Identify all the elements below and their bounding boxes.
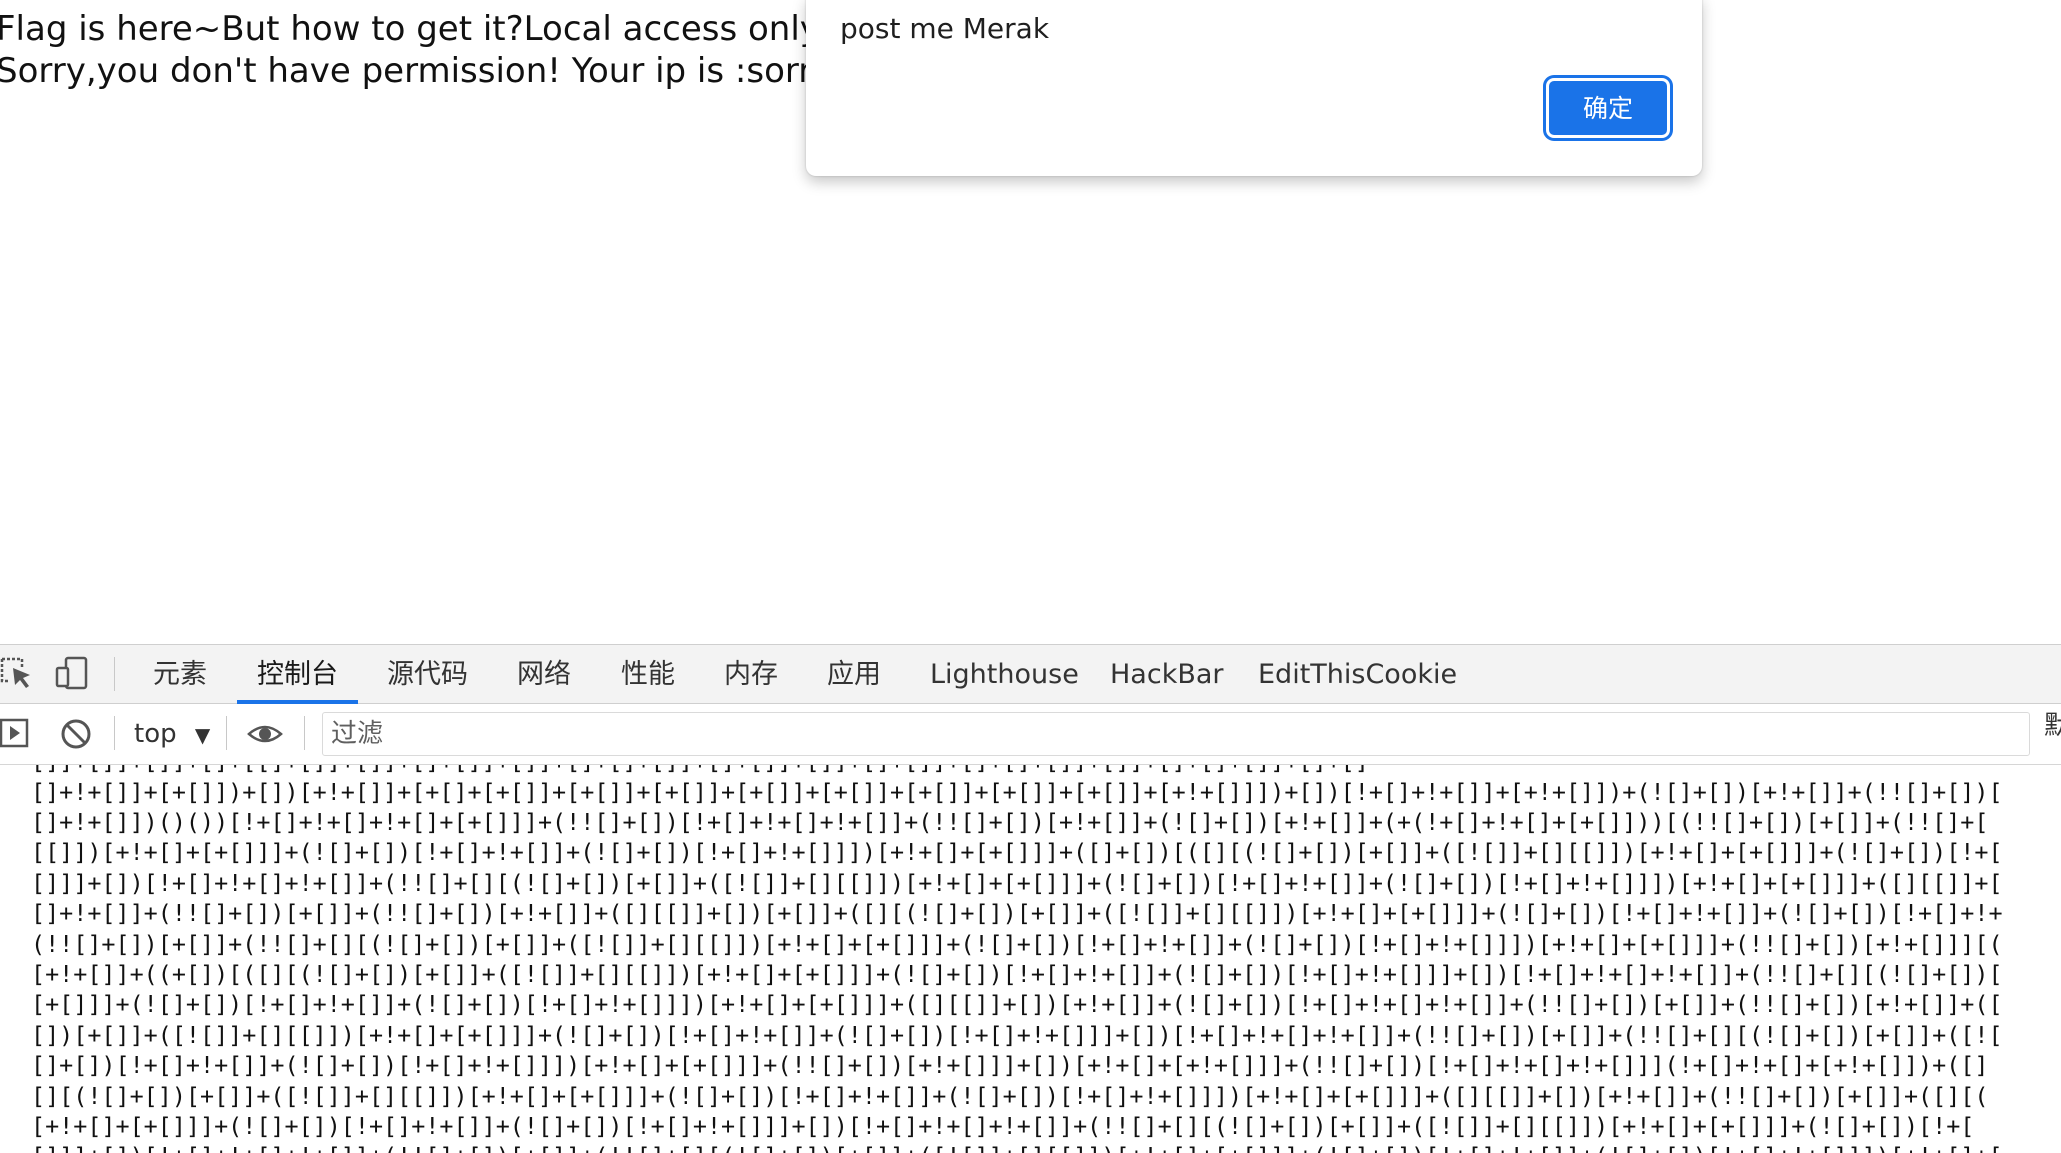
- toolbar-divider: [226, 716, 227, 750]
- default-levels-dropdown[interactable]: 默: [2044, 705, 2061, 742]
- toolbar-divider: [114, 716, 115, 750]
- console-line: []]+[]]+[]]+[]+[[]+[]]+[]]+[]+[]]+[]]+[]…: [31, 765, 1369, 776]
- toolbar-divider: [114, 657, 115, 691]
- page-content: Flag is here~But how to get it?Local acc…: [0, 8, 905, 92]
- tab-elements[interactable]: 元素: [153, 645, 207, 703]
- device-toolbar-icon[interactable]: [54, 655, 90, 691]
- console-line: (!![]+[])[+[]]+(!![]+[][(![]+[])[+[]]+([…: [31, 930, 2003, 958]
- console-line: [][(![]+[])[+[]]+([![]]+[][[]])[+!+[]+[+…: [31, 1082, 1989, 1110]
- console-line: []+!+[]])()())[!+[]+!+[]+!+[]+[+[]]]+(!!…: [31, 808, 1989, 836]
- console-line: []+[])[!+[]+!+[]]+(![]+[])[!+[]+!+[]]])[…: [31, 1051, 1989, 1079]
- context-selector[interactable]: top ▼: [134, 704, 210, 764]
- console-line: []]]+[])[!+[]+!+[]+!+[]]+(!![]+[][(![]+[…: [31, 869, 2003, 897]
- permission-message: Sorry,you don't have permission! Your ip…: [0, 51, 906, 91]
- console-line: []+!+[]]+(!![]+[])[+[]]+(!![]+[])[+!+[]]…: [31, 899, 2003, 927]
- console-line: [+!+[]]+((+[])[([][(![]+[])[+[]]+([![]]+…: [31, 960, 2003, 988]
- tab-lighthouse[interactable]: Lighthouse: [930, 645, 1079, 703]
- context-label: top: [134, 719, 177, 749]
- eye-icon[interactable]: [247, 716, 283, 752]
- filter-box: [322, 712, 2030, 756]
- console-line: [+[]]]+(![]+[])[!+[]+!+[]]+(![]+[])[!+[]…: [31, 990, 2003, 1018]
- tab-memory[interactable]: 内存: [724, 645, 778, 703]
- tab-editthiscookie[interactable]: EditThisCookie: [1258, 645, 1457, 703]
- tab-console[interactable]: 控制台: [237, 645, 358, 704]
- tab-sources[interactable]: 源代码: [387, 645, 468, 703]
- filter-input[interactable]: [323, 713, 2029, 755]
- alert-ok-button[interactable]: 确定: [1546, 78, 1670, 138]
- tab-application[interactable]: 应用: [827, 645, 881, 703]
- alert-message: post me Merak: [840, 12, 1050, 45]
- tab-network[interactable]: 网络: [517, 645, 571, 703]
- toolbar-divider: [304, 716, 305, 750]
- alert-dialog: post me Merak 确定: [806, 0, 1702, 176]
- console-toolbar: top ▼ 默: [0, 704, 2061, 765]
- devtools-tabbar: 元素 控制台 源代码 网络 性能 内存 应用 Lighthouse HackBa…: [0, 645, 2061, 704]
- chevron-down-icon: ▼: [194, 723, 211, 747]
- clear-console-icon[interactable]: [58, 716, 94, 752]
- devtools-panel: 元素 控制台 源代码 网络 性能 内存 应用 Lighthouse HackBa…: [0, 644, 2061, 1153]
- console-output: []]+[]]+[]]+[]+[[]+[]]+[]]+[]+[]]+[]]+[]…: [0, 765, 2061, 1153]
- inspect-element-icon[interactable]: [0, 655, 36, 691]
- console-line: [])[+[]]+([![]]+[][[]])[+!+[]+[+[]]]+(![…: [31, 1021, 2003, 1049]
- console-line: [[]])[+!+[]+[+[]]]+(![]+[])[!+[]+!+[]]+(…: [31, 838, 2003, 866]
- console-line: []+!+[]]+[+[]])+[])[+!+[]]+[+[]+[+[]]+[+…: [31, 778, 2003, 806]
- console-line: []]]+[])[!+[]+!+[]+!+[]]+(!![]+[])[+[]]+…: [31, 1141, 2003, 1153]
- sidebar-toggle-icon[interactable]: [0, 716, 36, 752]
- tab-hackbar[interactable]: HackBar: [1110, 645, 1224, 703]
- tab-performance[interactable]: 性能: [621, 645, 675, 703]
- flag-message: Flag is here~But how to get it?Local acc…: [0, 9, 834, 49]
- console-line: [+!+[]+[+[]]]+(![]+[])[!+[]+!+[]]+(![]+[…: [31, 1112, 1975, 1140]
